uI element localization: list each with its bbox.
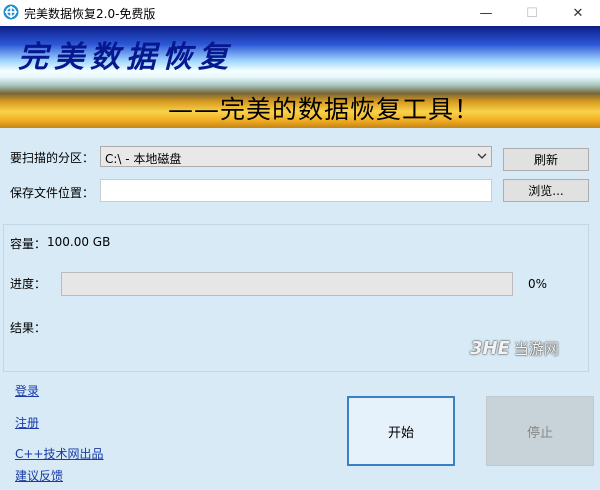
- capacity-label: 容量：: [10, 237, 47, 251]
- site-watermark: 3HE 当游网: [470, 334, 600, 362]
- stop-button[interactable]: 停止: [486, 396, 594, 466]
- maximize-button[interactable]: ☐: [509, 0, 555, 26]
- result-label: 结果：: [10, 321, 47, 335]
- login-link[interactable]: 登录: [15, 382, 39, 399]
- main-panel: 要扫描的分区： C:\ - 本地磁盘 刷新 保存文件位置： 浏览... 容量： …: [0, 128, 600, 490]
- save-location-input[interactable]: [100, 179, 492, 202]
- capacity-value: 100.00 GB: [47, 235, 111, 249]
- progress-label: 进度：: [10, 277, 47, 291]
- browse-button[interactable]: 浏览...: [503, 179, 589, 202]
- register-link[interactable]: 注册: [15, 414, 39, 431]
- minimize-button[interactable]: —: [463, 0, 509, 26]
- app-logo-icon: [3, 4, 19, 20]
- close-button[interactable]: ✕: [555, 0, 600, 26]
- minimize-icon: —: [479, 5, 493, 21]
- progress-percent: 0%: [528, 277, 548, 291]
- watermark-logo: 3HE: [470, 337, 510, 359]
- banner-title: 完美数据恢复: [18, 40, 234, 75]
- feedback-link[interactable]: 建议反馈: [15, 467, 63, 484]
- watermark-text: 当游网: [513, 339, 559, 358]
- window-title: 完美数据恢复2.0-免费版: [24, 7, 156, 21]
- publisher-link[interactable]: C++技术网出品: [15, 445, 104, 462]
- chevron-down-icon: [477, 153, 487, 159]
- save-location-label: 保存文件位置：: [10, 186, 95, 200]
- banner-subtitle: ——完美的数据恢复工具！: [168, 95, 481, 124]
- title-bar[interactable]: 完美数据恢复2.0-免费版 — ☐ ✕: [0, 0, 600, 26]
- maximize-icon: ☐: [526, 5, 538, 21]
- progress-bar: [61, 272, 513, 296]
- start-button[interactable]: 开始: [347, 396, 455, 466]
- partition-select-value: C:\ - 本地磁盘: [105, 152, 182, 166]
- refresh-button[interactable]: 刷新: [503, 148, 589, 171]
- close-icon: ✕: [572, 5, 584, 21]
- header-banner: 完美数据恢复 ——完美的数据恢复工具！: [0, 26, 600, 128]
- partition-select[interactable]: C:\ - 本地磁盘: [100, 146, 492, 167]
- partition-label: 要扫描的分区：: [10, 151, 95, 165]
